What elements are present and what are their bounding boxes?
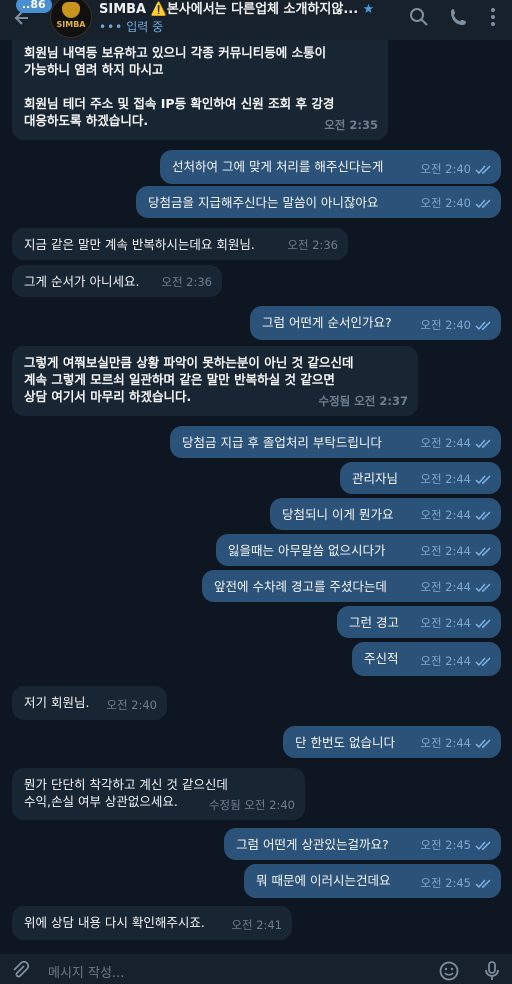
typing-dots-icon: ••• <box>99 20 124 34</box>
message-time: 오전 2:41 <box>231 918 282 932</box>
message-time: 오전 2:44 <box>420 472 471 486</box>
typing-status-text: 입력 중 <box>126 20 164 34</box>
message-time: 오전 2:36 <box>287 238 338 252</box>
message-time: 오전 2:45 <box>420 838 471 852</box>
lion-logo-icon <box>62 2 80 18</box>
paperclip-icon[interactable] <box>10 960 30 980</box>
avatar-logo-text: SIMBA <box>56 20 86 29</box>
message-time: 오전 2:40 <box>420 162 471 176</box>
message-time: 오전 2:40 <box>106 698 157 712</box>
warning-icon: ⚠️ <box>150 2 167 17</box>
message-time: 오전 2:44 <box>420 436 471 450</box>
more-options-icon[interactable] <box>482 6 504 28</box>
double-check-icon <box>475 841 491 850</box>
message-outgoing[interactable]: 뭐 때문에 이러시는건데요 오전 2:45 <box>244 864 501 898</box>
message-outgoing[interactable]: 당첨되니 이게 뭔가요 오전 2:44 <box>270 498 501 530</box>
microphone-icon[interactable] <box>482 960 502 982</box>
double-check-icon <box>475 739 491 748</box>
message-outgoing[interactable]: 그럼 어떤게 순서인가요? 오전 2:40 <box>250 306 501 340</box>
message-incoming[interactable]: 저기 회원님. 오전 2:40 <box>12 686 167 720</box>
chat-title-name: SIMBA <box>99 2 147 17</box>
typing-status: ••• 입력 중 <box>99 18 163 35</box>
double-check-icon <box>475 199 491 208</box>
double-check-icon <box>475 165 491 174</box>
message-time: 오전 2:44 <box>420 654 471 668</box>
message-time: 오전 2:40 <box>420 318 471 332</box>
message-outgoing[interactable]: 잃을때는 아무말씀 없으시다가 오전 2:44 <box>216 534 501 566</box>
chat-title[interactable]: SIMBA ⚠️본사에서는 다른업체 소개하지않... ★ <box>99 0 379 17</box>
emoji-icon[interactable] <box>438 960 460 982</box>
message-time: 오전 2:45 <box>420 876 471 890</box>
message-time: 오전 2:44 <box>420 508 471 522</box>
message-time: 오전 2:44 <box>420 580 471 594</box>
star-icon: ★ <box>362 2 375 17</box>
message-outgoing[interactable]: 선처하여 그에 맞게 처리를 해주신다는게 오전 2:40 <box>160 150 501 184</box>
message-incoming[interactable]: 뭔가 단단히 착각하고 계신 것 같으신데 수익,손실 여부 상관없으세요. 수… <box>12 768 305 820</box>
message-composer: 메시지 작성... <box>0 954 512 984</box>
double-check-icon <box>475 511 491 520</box>
double-check-icon <box>475 657 491 666</box>
message-time: 오전 2:40 <box>420 196 471 210</box>
message-incoming[interactable]: 지금 같은 말만 계속 반복하시는데요 회원님. 오전 2:36 <box>12 228 348 260</box>
message-incoming[interactable]: 그렇게 여쭤보실만큼 상황 파악이 못하는분이 아닌 것 같으신데 계속 그렇게… <box>12 346 418 416</box>
double-check-icon <box>475 583 491 592</box>
message-outgoing[interactable]: 주신적 오전 2:44 <box>352 642 501 676</box>
double-check-icon <box>475 619 491 628</box>
message-time: 오전 2:44 <box>420 616 471 630</box>
message-input[interactable]: 메시지 작성... <box>48 962 124 981</box>
double-check-icon <box>475 321 491 330</box>
message-incoming[interactable]: 회원님 내역등 보유하고 있으니 각종 커뮤니티등에 소통이 가능하니 염려 하… <box>12 36 388 140</box>
message-time: 오전 2:44 <box>420 736 471 750</box>
message-time: 오전 2:35 <box>324 118 378 132</box>
message-incoming[interactable]: 그게 순서가 아니세요. 오전 2:36 <box>12 265 222 297</box>
message-outgoing[interactable]: 관리자님 오전 2:44 <box>340 462 501 494</box>
chat-header: ..86 SIMBA SIMBA ⚠️본사에서는 다른업체 소개하지않... ★… <box>0 0 512 40</box>
chat-title-rest: 본사에서는 다른업체 소개하지않... <box>166 2 359 17</box>
phone-icon[interactable] <box>448 6 470 28</box>
double-check-icon <box>475 439 491 448</box>
message-outgoing[interactable]: 앞전에 수차례 경고를 주셨다는데 오전 2:44 <box>202 570 501 602</box>
message-outgoing[interactable]: 그런 경고 오전 2:44 <box>337 606 501 638</box>
message-time: 오전 2:44 <box>420 544 471 558</box>
avatar[interactable]: SIMBA <box>50 0 92 38</box>
message-time: 오전 2:36 <box>161 275 212 289</box>
double-check-icon <box>475 475 491 484</box>
search-icon[interactable] <box>408 6 430 28</box>
message-outgoing[interactable]: 당첨금을 지급해주신다는 말씀이 아니잖아요 오전 2:40 <box>136 186 501 218</box>
unread-count-badge: ..86 <box>16 0 52 13</box>
message-time: 수정됨 오전 2:40 <box>208 798 295 812</box>
message-incoming[interactable]: 위에 상담 내용 다시 확인해주시죠. 오전 2:41 <box>12 906 292 940</box>
double-check-icon <box>475 879 491 888</box>
message-time: 수정됨 오전 2:37 <box>318 394 408 408</box>
message-outgoing[interactable]: 단 한번도 없습니다 오전 2:44 <box>283 726 501 758</box>
message-outgoing[interactable]: 당첨금 지급 후 졸업처리 부탁드립니다 오전 2:44 <box>170 426 501 458</box>
double-check-icon <box>475 547 491 556</box>
message-outgoing[interactable]: 그럼 어떤게 상관있는걸까요? 오전 2:45 <box>224 828 501 860</box>
